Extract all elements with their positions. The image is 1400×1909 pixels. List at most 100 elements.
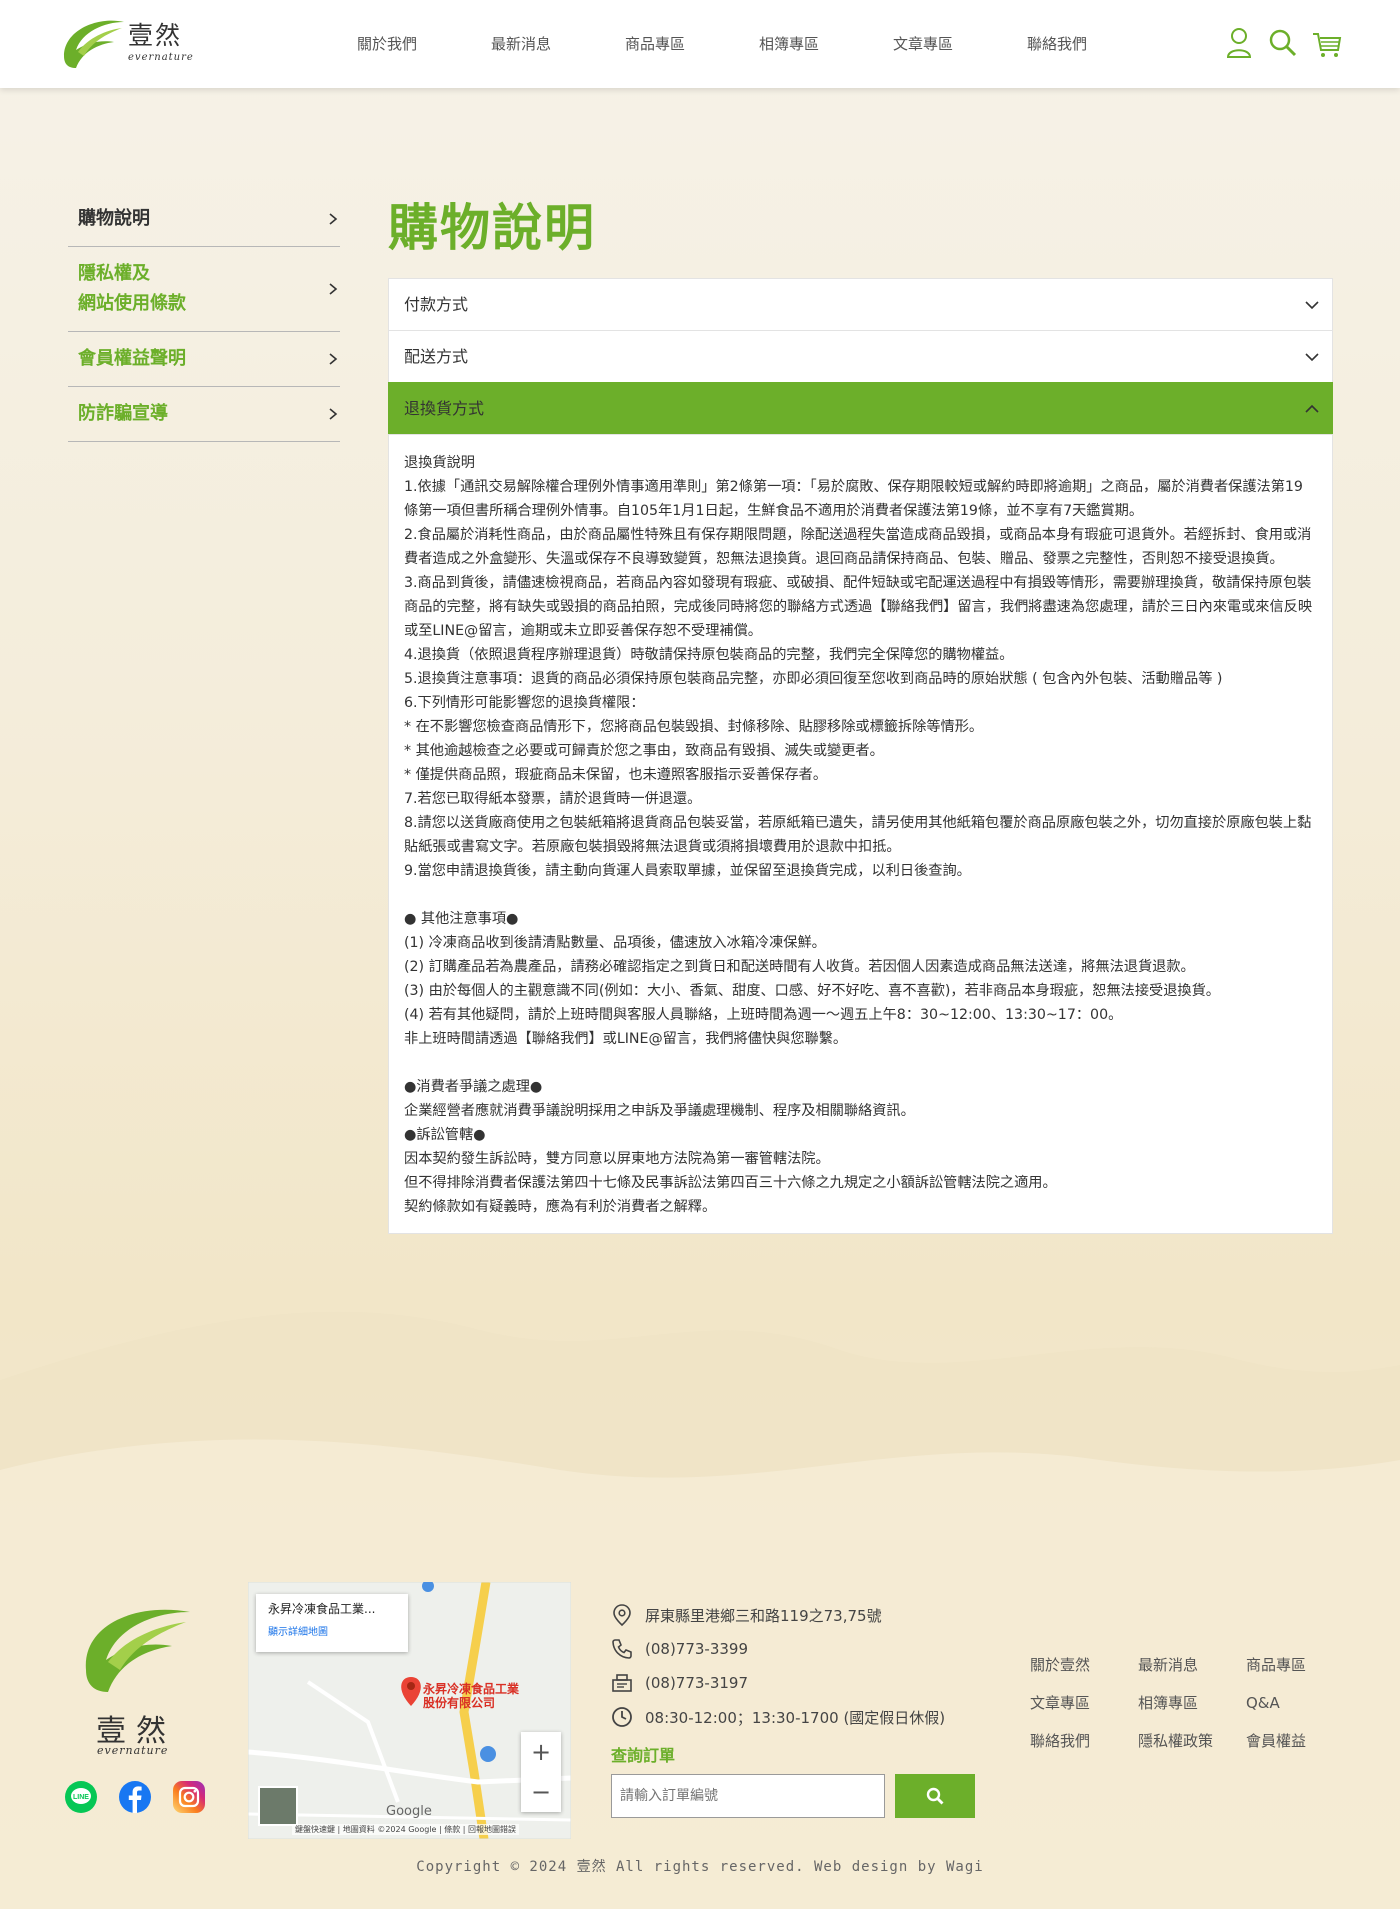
copyright: Copyright © 2024 壹然 All rights reserved.… xyxy=(416,1859,984,1875)
content-line: 但不得排除消費者保護法第四十七條及民事訴訟法第四百三十六條之九規定之小額訴訟管轄… xyxy=(404,1175,1057,1191)
fax-text: (08)773-3197 xyxy=(645,1674,749,1692)
order-search-button[interactable] xyxy=(895,1774,975,1818)
content-line: (3) 由於每個人的主觀意識不同(例如：大小、香氣、甜度、口感、好不好吃、喜不喜… xyxy=(404,983,1220,999)
google-logo: Google xyxy=(386,1804,432,1819)
fax-row: (08)773-3197 xyxy=(610,1666,945,1700)
content-line: 契約條款如有疑義時，應為有利於消費者之解釋。 xyxy=(404,1199,717,1215)
contact-info: 屏東縣里港鄉三和路119之73,75號 (08)773-3399 (08)773… xyxy=(610,1598,945,1734)
instagram-icon[interactable] xyxy=(172,1780,206,1814)
footer-link-member-rights[interactable]: 會員權益 xyxy=(1246,1730,1326,1752)
nav-articles[interactable]: 文章專區 xyxy=(856,0,990,88)
chevron-down-icon xyxy=(1305,301,1319,310)
map-attribution[interactable]: 鍵盤快速鍵 | 地圖資料 ©2024 Google | 條款 | 回報地圖錯誤 xyxy=(292,1824,519,1835)
phone-row: (08)773-3399 xyxy=(610,1632,945,1666)
svg-text:LINE: LINE xyxy=(73,1794,89,1801)
accordion-returns[interactable]: 退換貨方式 xyxy=(388,382,1333,434)
nav-about[interactable]: 關於我們 xyxy=(320,0,454,88)
map-info-card: 永昇冷凍食品工業... 顯示詳細地圖 xyxy=(256,1594,408,1652)
order-number-input[interactable] xyxy=(611,1774,885,1818)
content-line: * 在不影響您檢查商品情形下，您將商品包裝毀損、封條移除、貼膠移除或標籤拆除等情… xyxy=(404,719,984,735)
facebook-icon[interactable] xyxy=(118,1780,152,1814)
page-title: 購物說明 xyxy=(388,199,596,257)
chevron-right-icon xyxy=(329,283,338,295)
sidebar: 購物說明 隱私權及 網站使用條款 會員權益聲明 防詐騙宣導 xyxy=(68,192,340,442)
accordion-returns-content: 退換貨說明 1.依據「通訊交易解除權合理例外情事適用準則」第2條第一項：「易於腐敗… xyxy=(388,434,1333,1234)
brand-name-zh: 壹然 xyxy=(128,21,183,50)
footer-link-privacy[interactable]: 隱私權政策 xyxy=(1138,1730,1246,1752)
footer-links: 關於壹然 最新消息 商品專區 文章專區 相簿專區 Q&A 聯絡我們 隱私權政策 … xyxy=(1030,1654,1326,1752)
sidebar-item-label: 購物說明 xyxy=(78,208,150,229)
sidebar-item-member-rights[interactable]: 會員權益聲明 xyxy=(68,332,340,387)
nav-album[interactable]: 相簿專區 xyxy=(722,0,856,88)
content-line: 退換貨說明 xyxy=(404,455,475,471)
phone-text[interactable]: (08)773-3399 xyxy=(645,1640,748,1658)
content-line: (1) 冷凍商品收到後請清點數量、品項後，儘速放入冰箱冷凍保鮮。 xyxy=(404,935,826,951)
footer-link-about[interactable]: 關於壹然 xyxy=(1030,1654,1138,1676)
leaf-logo-icon xyxy=(85,1609,190,1692)
sidebar-item-shopping-guide[interactable]: 購物說明 xyxy=(68,192,340,247)
location-map[interactable]: 永昇冷凍食品工業... 顯示詳細地圖 永昇冷凍食品工業 股份有限公司 + − G… xyxy=(248,1582,571,1839)
content-line: ● 其他注意事項● xyxy=(404,911,519,927)
content-line: 9.當您申請退換貨後，請主動向貨運人員索取單據，並保留至退換貨完成，以利日後查詢… xyxy=(404,863,971,879)
footer-link-album[interactable]: 相簿專區 xyxy=(1138,1692,1246,1714)
map-pin-label-line-1: 永昇冷凍食品工業 xyxy=(423,1682,520,1696)
map-pin-label: 永昇冷凍食品工業 股份有限公司 xyxy=(423,1682,519,1710)
content-line: 8.請您以送貨廠商使用之包裝紙箱將退貨商品包裝妥當，若原紙箱已遺失，請另使用其他… xyxy=(404,815,1312,855)
footer-brand-name-en: evernature xyxy=(97,1744,169,1757)
map-detail-link[interactable]: 顯示詳細地圖 xyxy=(268,1623,396,1638)
content-line: 1.依據「通訊交易解除權合理例外情事適用準則」第2條第一項：「易於腐敗、保存期限… xyxy=(404,479,1303,519)
zoom-in-button[interactable]: + xyxy=(521,1732,561,1772)
map-place-title: 永昇冷凍食品工業... xyxy=(268,1602,376,1616)
footer-logo[interactable]: 壹然 evernature xyxy=(68,1596,198,1761)
content-line: ●消費者爭議之處理● xyxy=(404,1079,543,1095)
sidebar-item-privacy[interactable]: 隱私權及 網站使用條款 xyxy=(68,247,340,332)
sidebar-item-label: 隱私權及 網站使用條款 xyxy=(78,263,186,314)
header-icons xyxy=(1224,26,1342,60)
nav-contact[interactable]: 聯絡我們 xyxy=(990,0,1124,88)
zoom-out-button[interactable]: − xyxy=(521,1772,561,1812)
leaf-logo-icon xyxy=(64,20,124,68)
content-line: 企業經營者應就消費爭議說明採用之申訴及爭議處理機制、程序及相關聯絡資訊。 xyxy=(404,1103,915,1119)
cart-icon[interactable] xyxy=(1312,26,1342,60)
map-zoom-controls: + − xyxy=(521,1732,561,1812)
line-icon[interactable]: LINE xyxy=(64,1780,98,1814)
map-pin-label-line-2: 股份有限公司 xyxy=(423,1696,496,1710)
content-line: * 僅提供商品照，瑕疵商品未保留，也未遵照客服指示妥善保存者。 xyxy=(404,767,828,783)
social-links: LINE xyxy=(64,1780,206,1814)
fax-icon xyxy=(612,1674,632,1692)
footer-link-contact[interactable]: 聯絡我們 xyxy=(1030,1730,1138,1752)
chevron-up-icon xyxy=(1305,404,1319,413)
content-line: (4) 若有其他疑問，請於上班時間與客服人員聯絡，上班時間為週一～週五上午8：3… xyxy=(404,1007,1123,1023)
content-line: ●訴訟管轄● xyxy=(404,1127,486,1143)
nav-news[interactable]: 最新消息 xyxy=(454,0,588,88)
brand-logo[interactable]: 壹然 evernature xyxy=(58,12,198,76)
accordion-delivery[interactable]: 配送方式 xyxy=(388,330,1333,382)
content-line: * 其他逾越檢查之必要或可歸責於您之事由，致商品有毀損、滅失或變更者。 xyxy=(404,743,884,759)
site-header: 壹然 evernature 關於我們 最新消息 商品專區 相簿專區 文章專區 聯… xyxy=(0,0,1400,88)
chevron-right-icon xyxy=(329,408,338,420)
clock-icon xyxy=(612,1707,632,1727)
content-line: 6.下列情形可能影響您的退換貨權限： xyxy=(404,695,645,711)
content-line: 非上班時間請透過【聯絡我們】或LINE@留言，我們將儘快與您聯繫。 xyxy=(404,1031,848,1047)
order-query-title: 查詢訂單 xyxy=(611,1746,676,1765)
shopping-accordion: 付款方式 配送方式 退換貨方式 退換貨說明 1.依據「通訊交易解除權合理例外情事適… xyxy=(388,278,1333,1234)
sidebar-item-anti-fraud[interactable]: 防詐騙宣導 xyxy=(68,387,340,442)
location-pin-icon xyxy=(613,1604,631,1627)
user-icon[interactable] xyxy=(1224,26,1254,60)
chevron-right-icon xyxy=(329,213,338,225)
address-row: 屏東縣里港鄉三和路119之73,75號 xyxy=(610,1598,945,1632)
nav-products[interactable]: 商品專區 xyxy=(588,0,722,88)
footer-link-products[interactable]: 商品專區 xyxy=(1246,1654,1326,1676)
chevron-right-icon xyxy=(329,353,338,365)
content-line: 3.商品到貨後，請儘速檢視商品，若商品內容如發現有瑕疵、或破損、配件短缺或宅配運… xyxy=(404,575,1313,639)
footer-link-articles[interactable]: 文章專區 xyxy=(1030,1692,1138,1714)
map-satellite-thumbnail[interactable] xyxy=(258,1786,298,1826)
footer-link-news[interactable]: 最新消息 xyxy=(1138,1654,1246,1676)
accordion-payment[interactable]: 付款方式 xyxy=(388,278,1333,330)
footer-link-faq[interactable]: Q&A xyxy=(1246,1692,1326,1714)
search-icon[interactable] xyxy=(1268,26,1298,60)
hours-text: 08:30-12:00；13:30-1700 (國定假日休假) xyxy=(645,1708,946,1727)
accordion-title: 配送方式 xyxy=(404,347,469,366)
